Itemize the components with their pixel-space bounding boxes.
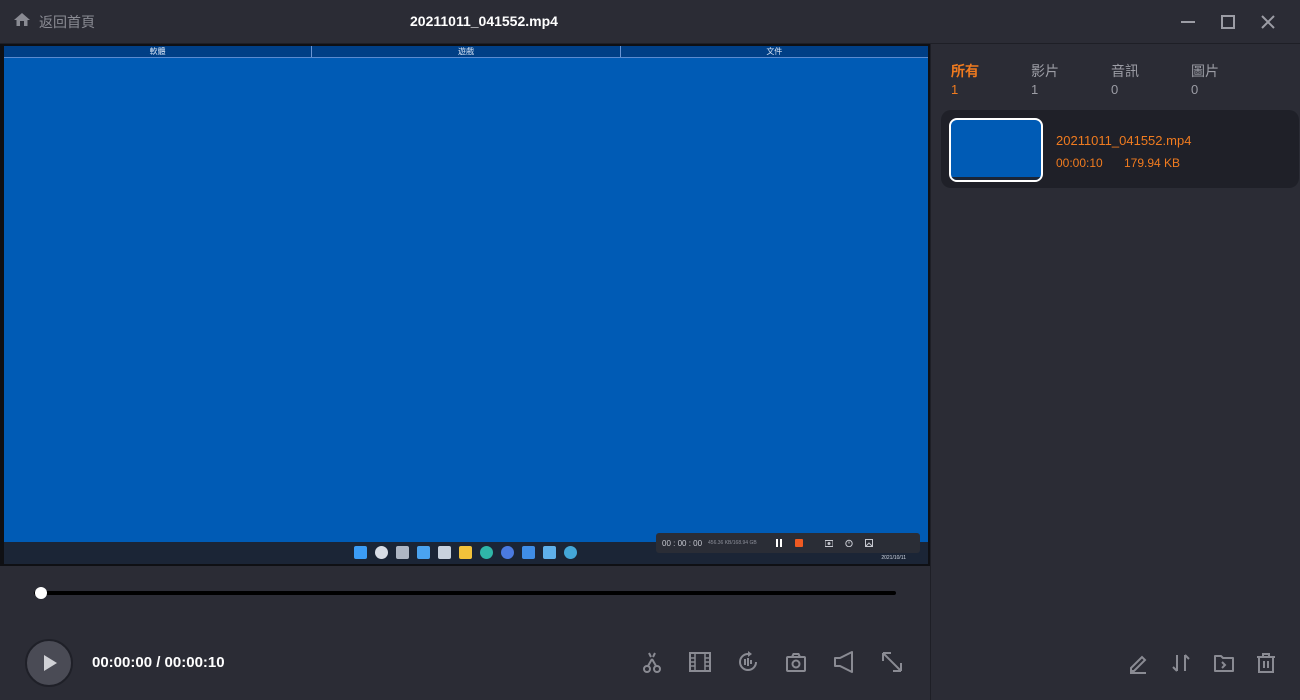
search-icon (375, 546, 388, 559)
window-title: 20211011_041552.mp4 (410, 13, 558, 29)
fullscreen-icon (882, 652, 902, 672)
close-icon (1261, 15, 1275, 29)
recorder-size: 456.36 KB/168.94 GB (708, 540, 757, 546)
sort-button[interactable] (1170, 652, 1192, 674)
file-list-panel: 所有 1 影片 1 音訊 0 圖片 0 20211011_041552.mp4 … (930, 44, 1300, 700)
tab-images[interactable]: 圖片 0 (1191, 62, 1271, 100)
close-button[interactable] (1258, 12, 1278, 32)
tab-video[interactable]: 影片 1 (1031, 62, 1111, 100)
trim-button[interactable] (640, 650, 664, 674)
image-icon (864, 539, 873, 547)
tab-label: 所有 (951, 63, 979, 79)
rename-button[interactable] (1127, 652, 1149, 674)
recorder-time: 00 : 00 : 00 (662, 538, 703, 548)
screenshot-button[interactable] (784, 650, 808, 674)
mail-icon (438, 546, 451, 559)
open-folder-button[interactable] (1213, 652, 1235, 674)
delete-button[interactable] (1255, 652, 1277, 674)
camera-icon (824, 540, 833, 547)
task-view-icon (396, 546, 409, 559)
tab-label: 影片 (1031, 63, 1059, 79)
progress-thumb[interactable] (35, 587, 47, 599)
time-readout: 00:00:00 / 00:00:10 (92, 654, 225, 671)
speed-button[interactable] (736, 650, 760, 674)
filter-tabs: 所有 1 影片 1 音訊 0 圖片 0 (951, 62, 1271, 100)
delete-icon (1257, 653, 1275, 673)
globe-icon (564, 546, 577, 559)
play-button[interactable] (25, 639, 73, 687)
trim-icon (643, 652, 661, 673)
minimize-icon (1181, 21, 1195, 23)
maximize-icon (1221, 15, 1235, 29)
sort-icon (1172, 654, 1190, 672)
tab-label: 音訊 (1111, 63, 1139, 79)
notepad-icon (543, 546, 556, 559)
app-icon (522, 546, 535, 559)
play-icon (44, 655, 57, 671)
widgets-icon (417, 546, 430, 559)
edge-icon (480, 546, 493, 559)
rename-icon (1130, 655, 1147, 674)
home-icon (12, 10, 32, 35)
frames-button[interactable] (688, 650, 712, 674)
back-home-button[interactable]: 返回首頁 (12, 10, 95, 34)
tab-count: 1 (951, 82, 959, 97)
maximize-button[interactable] (1218, 12, 1238, 32)
video-content-tab: 文件 (766, 47, 783, 56)
tab-count: 0 (1191, 82, 1199, 97)
volume-icon (834, 651, 853, 673)
tab-count: 0 (1111, 82, 1119, 97)
progress-track (34, 591, 896, 595)
title-bar: 返回首頁 20211011_041552.mp4 (0, 0, 1300, 44)
taskbar-clock: 2021/10/11 (881, 555, 906, 561)
file-name: 20211011_041552.mp4 (1056, 133, 1192, 148)
volume-button[interactable] (832, 650, 856, 674)
tab-count: 1 (1031, 82, 1039, 97)
speed-icon (739, 651, 757, 671)
folder-icon (459, 546, 472, 559)
frames-icon (689, 652, 711, 672)
file-size: 179.94 KB (1124, 156, 1181, 170)
recorder-toolbar: 00 : 00 : 00 456.36 KB/168.94 GB (656, 533, 920, 553)
screenshot-icon (786, 653, 806, 672)
windows-start-icon (354, 546, 367, 559)
tab-label: 圖片 (1191, 63, 1219, 79)
file-list-item[interactable]: 20211011_041552.mp4 00:00:10 179.94 KB (941, 110, 1299, 188)
timer-icon (844, 539, 853, 547)
store-icon (501, 546, 514, 559)
tab-all[interactable]: 所有 1 (951, 62, 1031, 100)
minimize-button[interactable] (1178, 12, 1198, 32)
fullscreen-button[interactable] (880, 650, 904, 674)
video-preview[interactable]: 軟體 遊戲 文件 2021/10/11 00 : 00 : 00 456.36 (0, 44, 930, 566)
video-content-tab: 軟體 (4, 46, 313, 57)
tab-audio[interactable]: 音訊 0 (1111, 62, 1191, 100)
video-content-tab: 遊戲 (312, 46, 621, 57)
file-duration: 00:00:10 (1056, 156, 1103, 170)
back-home-label: 返回首頁 (39, 15, 95, 31)
pause-icon (775, 539, 782, 547)
playback-progress-slider[interactable] (34, 587, 896, 599)
open-folder-icon (1214, 655, 1234, 672)
video-frame: 軟體 遊戲 文件 2021/10/11 (4, 46, 928, 564)
stop-icon (794, 539, 803, 547)
file-thumbnail (949, 118, 1043, 182)
video-content-tabs: 軟體 遊戲 文件 (4, 46, 928, 58)
